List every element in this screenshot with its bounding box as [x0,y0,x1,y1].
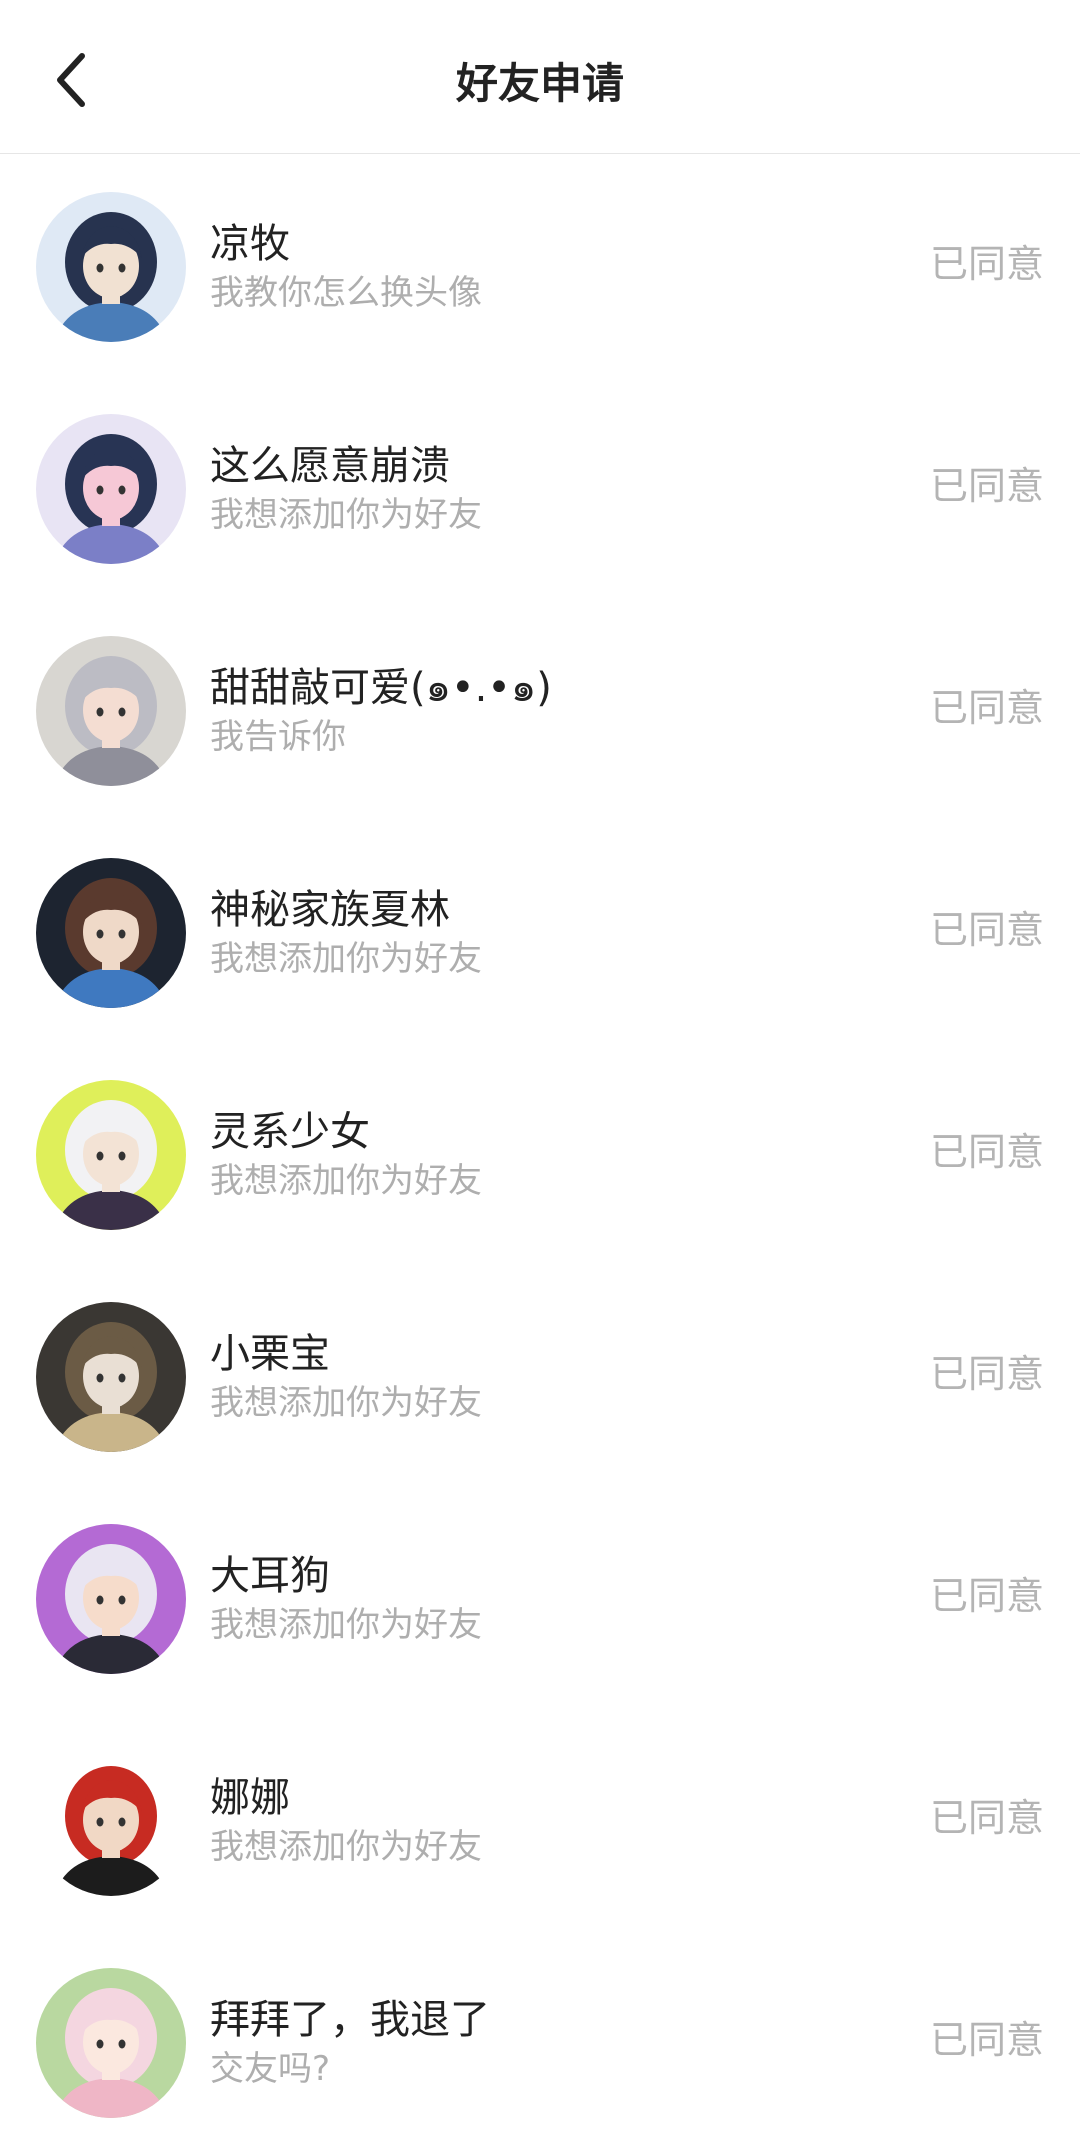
avatar[interactable] [36,1302,186,1452]
top-bar: 好友申请 [0,0,1080,154]
avatar[interactable] [36,636,186,786]
requester-name: 娜娜 [210,1775,290,1821]
request-status: 已同意 [929,908,1044,952]
avatar-image [36,1524,186,1674]
avatar[interactable] [36,1968,186,2118]
requester-name: 灵系少女 [210,1109,370,1155]
avatar[interactable] [36,1746,186,1896]
request-item[interactable]: 大耳狗 我想添加你为好友 已同意 [0,1486,1080,1708]
request-status: 已同意 [929,2018,1044,2062]
avatar-image [36,858,186,1008]
request-item[interactable]: 凉牧 我教你怎么换头像 已同意 [0,154,1080,376]
request-item[interactable]: 灵系少女 我想添加你为好友 已同意 [0,1042,1080,1264]
request-message: 我想添加你为好友 [210,1383,482,1423]
requester-name: 大耳狗 [210,1553,330,1599]
avatar-image [36,1746,186,1896]
avatar-image [36,1968,186,2118]
request-status: 已同意 [929,464,1044,508]
requester-name: 凉牧 [210,221,290,267]
requester-name: 神秘家族夏林 [210,887,450,933]
request-message: 我想添加你为好友 [210,1161,482,1201]
request-status: 已同意 [929,1352,1044,1396]
page-title: 好友申请 [455,59,624,108]
avatar-image [36,1302,186,1452]
request-item[interactable]: 拜拜了，我退了 交友吗? 已同意 [0,1930,1080,2144]
avatar-image [36,414,186,564]
request-message: 我教你怎么换头像 [210,273,482,313]
avatar[interactable] [36,192,186,342]
requester-name: 拜拜了，我退了 [210,1997,490,2043]
request-message: 我想添加你为好友 [210,1605,482,1645]
avatar-image [36,1080,186,1230]
request-status: 已同意 [929,1796,1044,1840]
avatar[interactable] [36,414,186,564]
avatar[interactable] [36,1524,186,1674]
requester-name: 小栗宝 [210,1331,330,1377]
request-status: 已同意 [929,1130,1044,1174]
request-status: 已同意 [929,242,1044,286]
request-message: 我想添加你为好友 [210,495,482,535]
request-item[interactable]: 小栗宝 我想添加你为好友 已同意 [0,1264,1080,1486]
avatar[interactable] [36,858,186,1008]
requester-name: 这么愿意崩溃 [210,443,450,489]
request-item[interactable]: 神秘家族夏林 我想添加你为好友 已同意 [0,820,1080,1042]
request-status: 已同意 [929,1574,1044,1618]
request-item[interactable]: 这么愿意崩溃 我想添加你为好友 已同意 [0,376,1080,598]
avatar-image [36,636,186,786]
request-item[interactable]: 甜甜敲可爱(๑•.•๑) 我告诉你 已同意 [0,598,1080,820]
request-message: 我告诉你 [210,717,346,757]
request-message: 交友吗? [210,2049,331,2089]
requester-name: 甜甜敲可爱(๑•.•๑) [210,665,552,711]
request-item[interactable]: 娜娜 我想添加你为好友 已同意 [0,1708,1080,1930]
request-message: 我想添加你为好友 [210,1827,482,1867]
avatar[interactable] [36,1080,186,1230]
request-status: 已同意 [929,686,1044,730]
avatar-image [36,192,186,342]
request-message: 我想添加你为好友 [210,939,482,979]
